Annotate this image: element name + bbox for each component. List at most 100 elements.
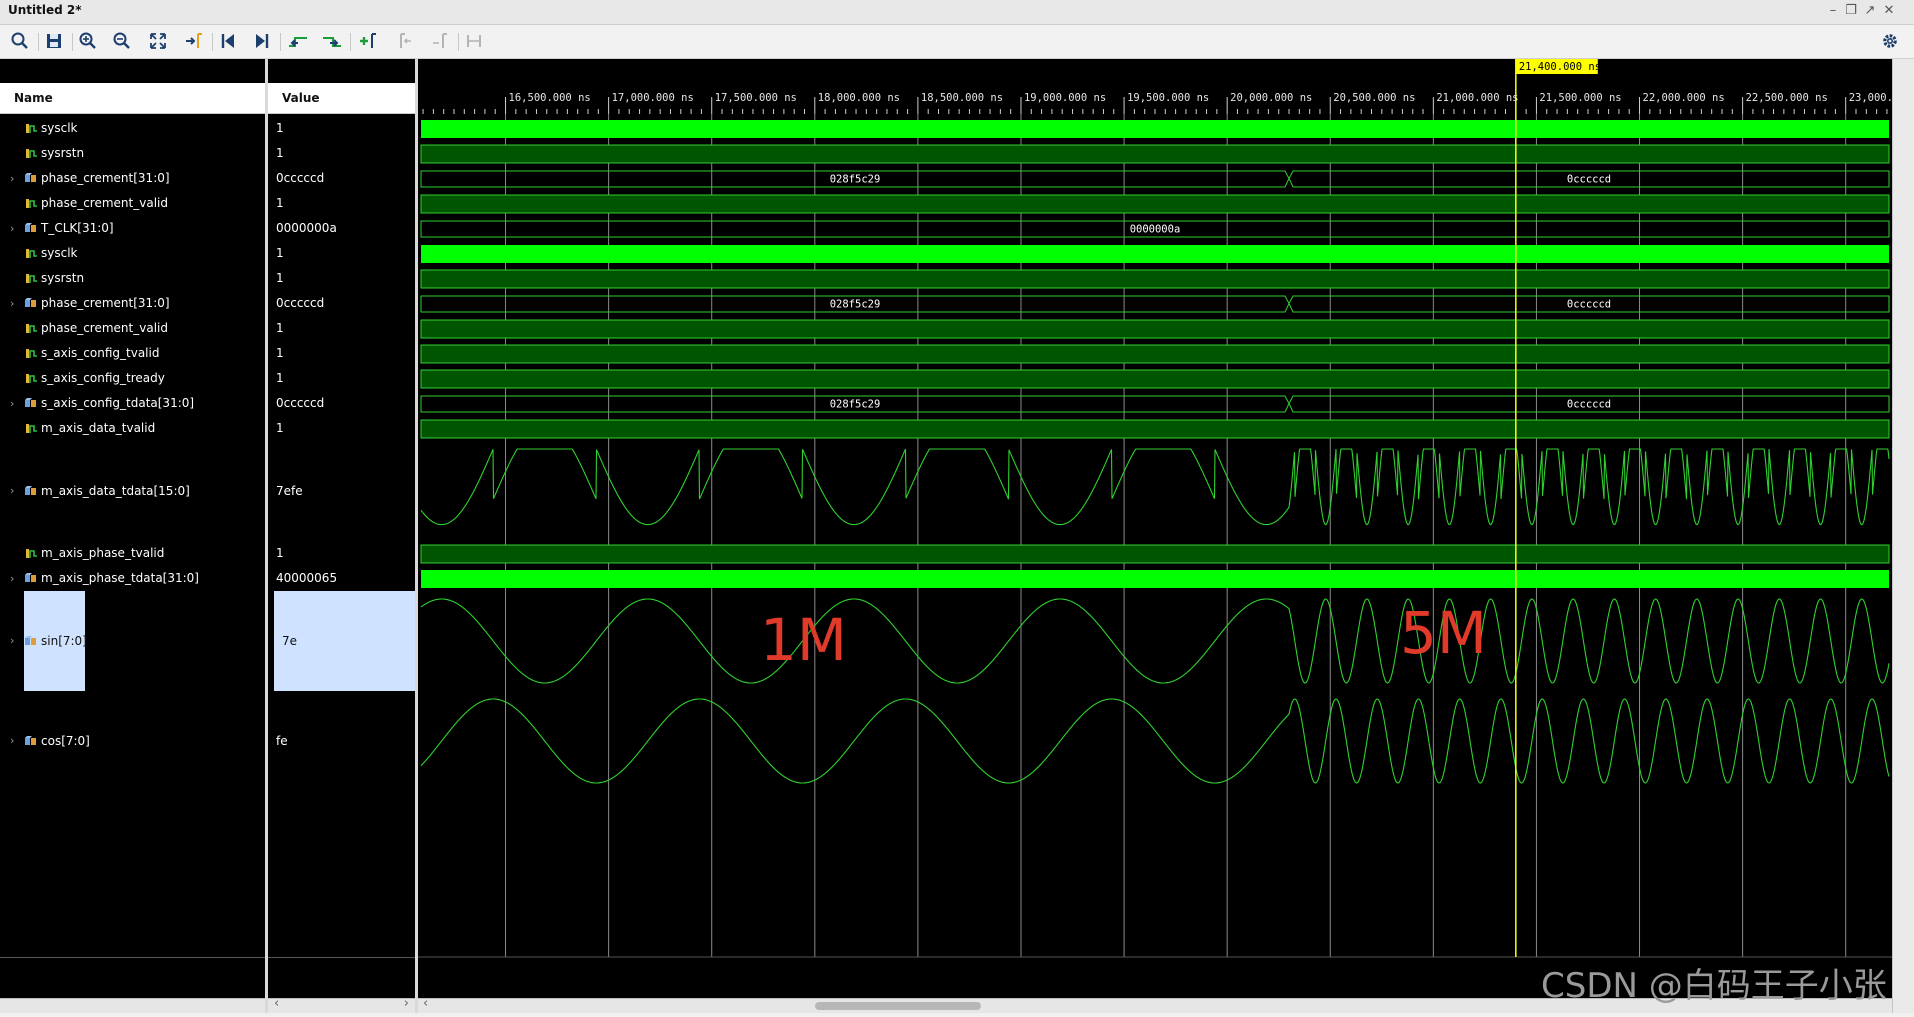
signal-value[interactable]: 1 <box>268 241 415 266</box>
signal-value[interactable]: 0000000a <box>268 216 415 241</box>
add-marker-icon[interactable] <box>356 29 380 53</box>
signal-value[interactable]: 0cccccd <box>268 166 415 191</box>
expand-chevron-icon[interactable]: › <box>10 591 20 691</box>
signal-row[interactable]: › phase_crement[31:0] <box>0 166 265 191</box>
signal-value[interactable]: 1 <box>268 316 415 341</box>
close-icon[interactable]: ✕ <box>1880 2 1898 20</box>
expand-chevron-icon[interactable]: › <box>10 691 20 791</box>
go-to-time-zero-icon[interactable] <box>216 29 240 53</box>
expand-chevron-icon[interactable]: › <box>10 166 20 191</box>
signal-value[interactable]: 1 <box>268 541 415 566</box>
bit-signal-icon <box>26 349 37 358</box>
bit-signal-icon <box>26 424 37 433</box>
bit-signal-icon <box>26 249 37 258</box>
search-icon[interactable] <box>8 29 32 53</box>
bus-signal-icon <box>25 573 36 582</box>
scroll-left-icon[interactable]: ‹ <box>423 996 428 1011</box>
waveform-high <box>420 344 1890 364</box>
value-header[interactable]: Value <box>268 83 415 114</box>
signal-row[interactable]: phase_crement_valid <box>0 191 265 216</box>
signal-row[interactable]: sysrstn <box>0 141 265 166</box>
signal-value[interactable]: 1 <box>268 341 415 366</box>
maximize-icon[interactable]: ↗ <box>1861 2 1879 20</box>
value-column: Value 1 1 0cccccd 1 0000000a 1 1 0cccccd 1 1 1 0ccc… <box>268 59 415 1013</box>
signal-value[interactable]: 1 <box>268 416 415 441</box>
signal-row[interactable]: › m_axis_data_tdata[15:0] <box>0 441 265 541</box>
signal-value[interactable]: 1 <box>268 116 415 141</box>
next-marker-icon <box>428 29 452 53</box>
restore-icon[interactable]: ❐ <box>1842 2 1860 20</box>
signal-row[interactable]: s_axis_config_tready <box>0 366 265 391</box>
minimize-icon[interactable]: – <box>1824 2 1842 20</box>
next-transition-icon[interactable] <box>320 29 344 53</box>
zoom-fit-icon[interactable] <box>146 29 170 53</box>
signal-value[interactable]: 7e <box>274 591 415 691</box>
ruler-tick-label: 17,000.000 ns <box>612 92 694 104</box>
ruler-tick-label: 19,000.000 ns <box>1024 92 1106 104</box>
expand-chevron-icon[interactable]: › <box>10 441 20 541</box>
bit-signal-icon <box>26 199 37 208</box>
expand-chevron-icon[interactable]: › <box>10 391 20 416</box>
bus-signal-icon <box>25 223 36 232</box>
signal-row[interactable]: sysrstn <box>0 266 265 291</box>
signal-row[interactable]: sysclk <box>0 116 265 141</box>
expand-chevron-icon[interactable]: › <box>10 566 20 591</box>
signal-value[interactable]: 1 <box>268 191 415 216</box>
signal-row[interactable]: sysclk <box>0 241 265 266</box>
signal-row[interactable]: › s_axis_config_tdata[31:0] <box>0 391 265 416</box>
signal-value[interactable]: 40000065 <box>268 566 415 591</box>
scroll-left-icon[interactable]: ‹ <box>274 996 279 1011</box>
signal-name: s_axis_config_tready <box>41 371 165 385</box>
wave-hscroll-thumb[interactable] <box>815 1002 981 1010</box>
signal-row[interactable]: m_axis_data_tvalid <box>0 416 265 441</box>
name-hscroll[interactable] <box>0 998 265 1013</box>
signal-row[interactable]: › sin[7:0] <box>0 591 265 691</box>
expand-chevron-icon[interactable]: › <box>10 216 20 241</box>
signal-value[interactable]: fe <box>268 691 415 791</box>
bit-signal-icon <box>26 374 37 383</box>
signal-name: sysrstn <box>41 146 85 160</box>
waveform-toolbar <box>0 25 1914 59</box>
signal-name: m_axis_phase_tdata[31:0] <box>41 571 199 585</box>
waveform-pane[interactable]: 16,500.000 ns 17,000.000 ns 17,500.000 ns 1… <box>418 59 1914 1013</box>
bus-signal-icon <box>25 485 36 495</box>
waveform-analog-cos <box>420 698 1890 784</box>
bus-signal-icon <box>25 173 36 182</box>
signal-value[interactable]: 1 <box>268 141 415 166</box>
signal-row[interactable]: › T_CLK[31:0] <box>0 216 265 241</box>
gear-icon[interactable] <box>1878 29 1902 53</box>
go-to-cursor-icon[interactable] <box>182 29 206 53</box>
waveform-canvas[interactable]: 16,500.000 ns 17,000.000 ns 17,500.000 ns 1… <box>418 59 1914 1013</box>
bus-value-label: 028f5c29 <box>830 299 881 311</box>
signal-row[interactable]: › phase_crement[31:0] <box>0 291 265 316</box>
waveform-high <box>420 194 1890 214</box>
ruler-tick-label: 17,500.000 ns <box>715 92 797 104</box>
signal-row[interactable]: m_axis_phase_tvalid <box>0 541 265 566</box>
zoom-in-icon[interactable] <box>76 29 100 53</box>
signal-row[interactable]: › m_axis_phase_tdata[31:0] <box>0 566 265 591</box>
signal-row[interactable]: phase_crement_valid <box>0 316 265 341</box>
bit-signal-icon <box>26 324 37 333</box>
value-hscroll[interactable]: ‹ › <box>268 996 415 1013</box>
expand-chevron-icon[interactable]: › <box>10 291 20 316</box>
signal-value[interactable]: 0cccccd <box>268 291 415 316</box>
name-header[interactable]: Name <box>0 83 265 114</box>
waveform-analog-sin <box>420 598 1890 684</box>
vertical-scrollbar[interactable] <box>1892 59 1914 1013</box>
zoom-out-icon[interactable] <box>110 29 134 53</box>
scroll-right-icon[interactable]: › <box>404 996 409 1011</box>
ruler-tick-label: 21,500.000 ns <box>1539 92 1621 104</box>
ruler-tick-label: 23,000.000 ns <box>1849 92 1892 104</box>
signal-value[interactable]: 7efe <box>268 441 415 541</box>
signal-value[interactable]: 1 <box>268 366 415 391</box>
go-to-last-time-icon[interactable] <box>250 29 274 53</box>
signal-value[interactable]: 1 <box>268 266 415 291</box>
signal-value[interactable]: 0cccccd <box>268 391 415 416</box>
waveform-high <box>420 544 1890 564</box>
waveform-viewer: Name sysclk sysrstn › phase_crement[31:0] ph… <box>0 59 1914 1013</box>
previous-transition-icon[interactable] <box>286 29 310 53</box>
save-icon[interactable] <box>42 29 66 53</box>
signal-row[interactable]: s_axis_config_tvalid <box>0 341 265 366</box>
cursor-time-label: 21,400.000 ns <box>1519 61 1601 73</box>
signal-row[interactable]: › cos[7:0] <box>0 691 265 791</box>
